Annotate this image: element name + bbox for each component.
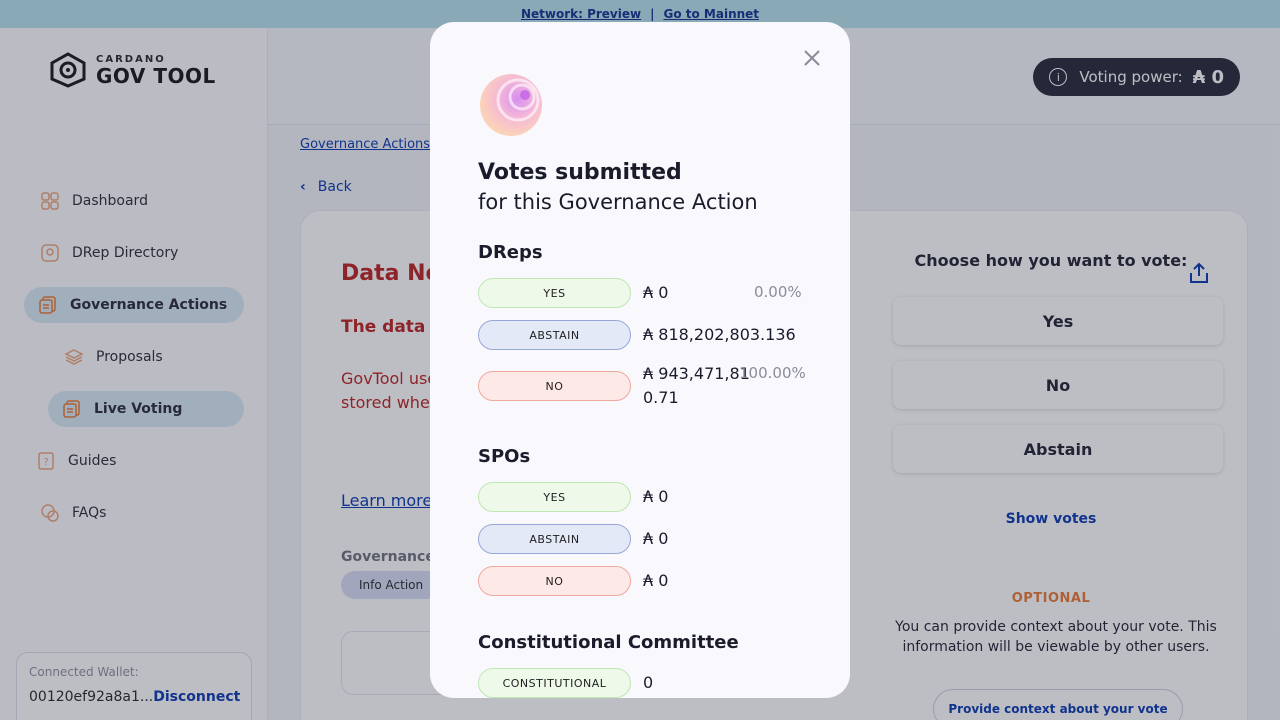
spo-no-value: ₳ 0 xyxy=(643,571,669,590)
cc-constitutional-value: 0 xyxy=(643,673,654,692)
spo-no-tag: NO xyxy=(478,566,631,596)
drep-abstain-value: ₳ 818,202,803.136 xyxy=(643,325,796,344)
modal-subtitle: for this Governance Action xyxy=(478,190,758,214)
spo-abstain-tag: ABSTAIN xyxy=(478,524,631,554)
spo-yes-value: ₳ 0 xyxy=(643,487,669,506)
dreps-heading: DReps xyxy=(478,242,543,263)
drep-no-value: ₳ 943,471,81 0.71 xyxy=(643,362,750,410)
drep-yes-tag: YES xyxy=(478,278,631,308)
drep-no-value-line1: ₳ 943,471,81 xyxy=(643,364,750,383)
drep-no-percent: 100.00% xyxy=(739,364,806,382)
drep-no-tag: NO xyxy=(478,371,631,401)
cc-constitutional-tag: CONSTITUTIONAL xyxy=(478,668,631,698)
drep-no-value-line2: 0.71 xyxy=(643,388,679,407)
cc-heading: Constitutional Committee xyxy=(478,632,739,653)
votes-submitted-modal: Votes submitted for this Governance Acti… xyxy=(430,22,850,698)
close-icon[interactable] xyxy=(800,46,824,70)
spo-yes-tag: YES xyxy=(478,482,631,512)
drep-abstain-tag: ABSTAIN xyxy=(478,320,631,350)
spos-heading: SPOs xyxy=(478,446,531,467)
spo-abstain-value: ₳ 0 xyxy=(643,529,669,548)
modal-title: Votes submitted xyxy=(478,160,682,185)
votes-orb-icon xyxy=(480,74,542,136)
drep-yes-percent: 0.00% xyxy=(754,283,802,301)
drep-yes-value: ₳ 0 xyxy=(643,283,669,302)
